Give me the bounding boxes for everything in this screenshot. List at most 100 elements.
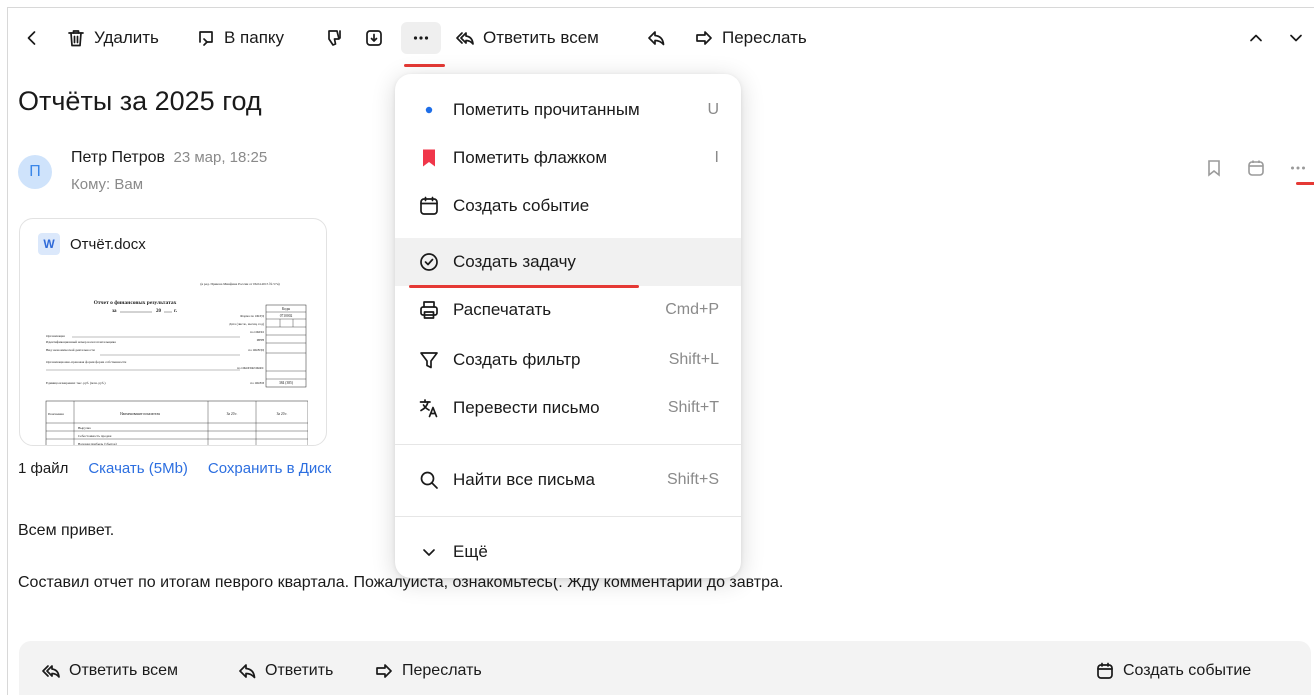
download-link[interactable]: Скачать (5Mb) bbox=[88, 460, 188, 477]
bottom-forward-button[interactable]: Переслать bbox=[374, 661, 482, 681]
menu-divider bbox=[395, 516, 741, 517]
more-actions-button[interactable] bbox=[401, 22, 441, 54]
archive-download-icon bbox=[366, 30, 382, 46]
bottom-create-event-label: Создать событие bbox=[1123, 662, 1252, 679]
reply-all-icon bbox=[456, 32, 474, 45]
menu-item-translate[interactable]: Перевести письмо Shift+T bbox=[395, 384, 741, 432]
back-button[interactable] bbox=[22, 22, 42, 54]
message-subject: Отчёты за 2025 год bbox=[18, 86, 262, 116]
menu-shortcut: Shift+T bbox=[667, 399, 719, 416]
previous-message-button[interactable] bbox=[1246, 22, 1266, 54]
preview-left-1: Идентификационный номер налогоплательщик… bbox=[46, 340, 116, 344]
bottom-reply-all-button[interactable]: Ответить всем bbox=[41, 661, 178, 681]
unread-dot-icon bbox=[417, 98, 441, 122]
attachment-header: W Отчёт.docx bbox=[38, 233, 146, 255]
menu-item-more[interactable]: Ещё bbox=[395, 528, 741, 576]
preview-row-1: Дата (число, месяц, год) bbox=[229, 322, 264, 327]
attachment-actions: 1 файл Скачать (5Mb) Сохранить в Диск bbox=[18, 460, 331, 477]
menu-label: Создать фильтр bbox=[453, 350, 581, 369]
document-preview: (в ред. Приказа Минфина России от 06.04.… bbox=[45, 282, 308, 445]
chevron-left-icon bbox=[27, 31, 36, 45]
save-to-disk-link[interactable]: Сохранить в Диск bbox=[208, 460, 331, 477]
move-to-folder-button[interactable]: В папку bbox=[196, 22, 284, 54]
preview-head-2: За 20 г. bbox=[227, 412, 238, 416]
preview-row-4: по ОКВЭД bbox=[248, 348, 264, 352]
search-icon bbox=[417, 468, 441, 492]
spam-button[interactable] bbox=[324, 22, 344, 54]
calendar-icon[interactable] bbox=[1246, 158, 1266, 178]
menu-divider bbox=[395, 444, 741, 445]
more-horizontal-icon[interactable] bbox=[1288, 158, 1308, 178]
menu-shortcut: U bbox=[707, 101, 719, 118]
printer-icon bbox=[417, 298, 441, 322]
preview-row-5: по ОКОПФ/ОКФС bbox=[237, 366, 265, 370]
preview-year: 20 bbox=[156, 309, 162, 314]
sender-name[interactable]: Петр Петров bbox=[71, 149, 165, 166]
menu-label: Создать задачу bbox=[453, 252, 576, 271]
next-message-button[interactable] bbox=[1286, 22, 1306, 54]
attachment-card[interactable]: W Отчёт.docx (в ред. Приказа Минфина Рос… bbox=[19, 218, 327, 446]
flag-icon bbox=[417, 146, 441, 170]
message-actions bbox=[1204, 158, 1308, 178]
menu-shortcut: I bbox=[714, 149, 719, 166]
menu-item-find-all[interactable]: Найти все письма Shift+S bbox=[395, 456, 741, 504]
menu-label: Пометить флажком bbox=[453, 148, 608, 167]
folder-move-icon bbox=[199, 31, 213, 46]
calendar-icon bbox=[417, 194, 441, 218]
menu-label: Пометить прочитанным bbox=[453, 100, 640, 119]
reply-all-label: Ответить всем bbox=[483, 28, 599, 47]
more-underline bbox=[1296, 182, 1314, 185]
bottom-forward-label: Переслать bbox=[402, 662, 482, 679]
attachment-count: 1 файл bbox=[18, 460, 69, 477]
preview-codes: Коды bbox=[282, 307, 291, 311]
preview-code-last: 384 (385) bbox=[279, 381, 294, 385]
menu-item-print[interactable]: Распечатать Cmd+P bbox=[395, 286, 741, 334]
menu-item-mark-read[interactable]: Пометить прочитанным U bbox=[395, 86, 741, 134]
reply-all-button[interactable]: Ответить всем bbox=[455, 22, 599, 54]
preview-okud: 0710002 bbox=[280, 314, 293, 318]
word-file-icon: W bbox=[38, 233, 60, 255]
more-horizontal-icon bbox=[413, 36, 429, 40]
recipient-line: Кому: Вам bbox=[71, 176, 144, 193]
preview-row-3: ИНН bbox=[257, 338, 265, 342]
delete-button[interactable]: Удалить bbox=[66, 22, 159, 54]
sender-avatar[interactable]: П bbox=[18, 155, 52, 189]
message-date: 23 мар, 18:25 bbox=[173, 149, 268, 166]
menu-label: Распечатать bbox=[453, 300, 552, 319]
bottom-reply-label: Ответить bbox=[265, 662, 334, 679]
menu-item-create-task[interactable]: Создать задачу bbox=[395, 238, 741, 286]
mail-view: Удалить В папку Ответить всем Переслать bbox=[7, 7, 1314, 695]
translate-icon bbox=[417, 396, 441, 420]
menu-item-flag[interactable]: Пометить флажком I bbox=[395, 134, 741, 182]
trash-icon bbox=[68, 30, 84, 47]
preview-left-2: Вид экономической деятельности bbox=[46, 348, 95, 352]
bottom-reply-button[interactable]: Ответить bbox=[237, 661, 333, 681]
archive-button[interactable] bbox=[364, 22, 384, 54]
preview-row-0: Форма по ОКУД bbox=[240, 314, 265, 318]
preview-trow-0: Выручка bbox=[78, 426, 91, 430]
bottom-create-event-button[interactable]: Создать событие bbox=[1095, 661, 1251, 681]
more-actions-menu: Пометить прочитанным U Пометить флажком … bbox=[395, 74, 741, 578]
menu-shortcut: Cmd+P bbox=[665, 301, 719, 318]
preview-g: г. bbox=[174, 309, 178, 314]
menu-shortcut: Shift+L bbox=[668, 351, 719, 368]
reply-icon bbox=[239, 664, 256, 679]
reply-button[interactable] bbox=[646, 22, 666, 54]
preview-row-2: по ОКПО bbox=[250, 330, 265, 334]
bookmark-icon[interactable] bbox=[1204, 158, 1224, 178]
delete-label: Удалить bbox=[94, 28, 159, 47]
check-circle-icon bbox=[417, 250, 441, 274]
preview-approval: (в ред. Приказа Минфина России от 06.04.… bbox=[200, 282, 279, 286]
menu-item-create-event[interactable]: Создать событие bbox=[395, 182, 741, 230]
menu-label: Ещё bbox=[453, 542, 488, 561]
preview-trow-1: Себестоимость продаж bbox=[78, 434, 112, 438]
forward-button[interactable]: Переслать bbox=[694, 22, 807, 54]
menu-shortcut: Shift+S bbox=[666, 471, 719, 488]
menu-item-create-filter[interactable]: Создать фильтр Shift+L bbox=[395, 336, 741, 384]
sender-line: Петр Петров 23 мар, 18:25 bbox=[71, 149, 267, 167]
preview-head-3: За 20 г. bbox=[277, 412, 288, 416]
preview-row-6: по ОКЕИ bbox=[250, 381, 264, 385]
calendar-icon bbox=[1097, 662, 1113, 679]
bottom-reply-all-label: Ответить всем bbox=[69, 662, 179, 679]
bottom-action-bar: Ответить всем Ответить Переслать Создать… bbox=[19, 641, 1311, 695]
